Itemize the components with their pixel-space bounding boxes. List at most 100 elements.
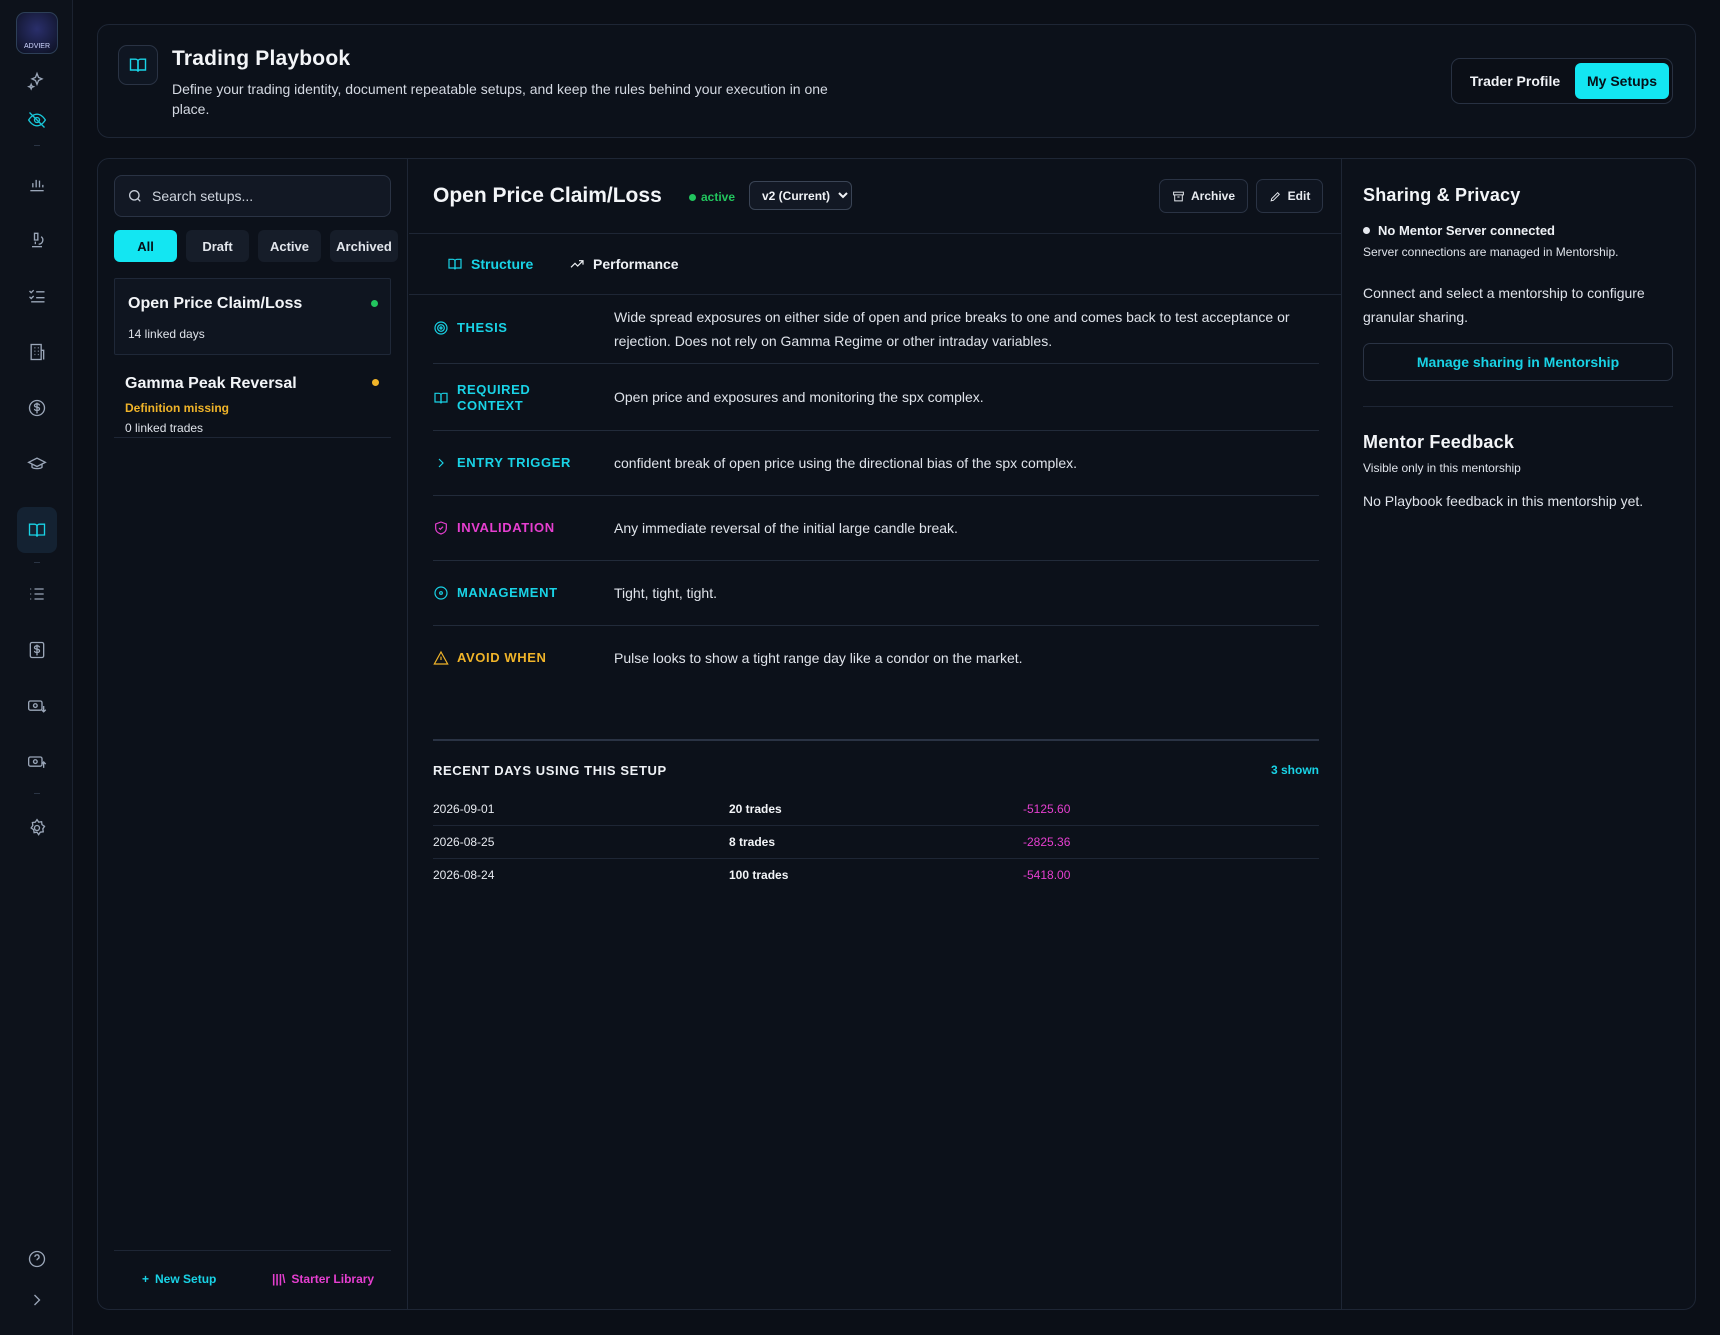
avoid-label-text: AVOID WHEN — [457, 650, 547, 665]
table-row[interactable]: 2026-09-01 20 trades -5125.60 — [433, 793, 1319, 826]
warning-icon — [433, 650, 449, 665]
settings-icon[interactable] — [21, 812, 53, 844]
table-row[interactable]: 2026-08-24 100 trades -5418.00 — [433, 859, 1319, 892]
row-date: 2026-09-01 — [433, 802, 495, 816]
management-text: Tight, tight, tight. — [614, 585, 717, 601]
filter-all[interactable]: All — [114, 230, 177, 262]
logo-text: ADVIER — [23, 43, 51, 50]
archive-button[interactable]: Archive — [1159, 179, 1248, 213]
status-filters: All Draft Active Archived — [114, 230, 398, 262]
book-open-icon[interactable] — [17, 507, 57, 553]
row-trades: 20 trades — [729, 802, 782, 816]
library-icon: |||\ — [272, 1272, 286, 1286]
row-pnl: -5418.00 — [1023, 868, 1071, 882]
entry-label: ENTRY TRIGGER — [433, 455, 571, 471]
chart-icon[interactable] — [21, 168, 53, 200]
context-label: REQUIRED CONTEXT — [433, 382, 530, 414]
help-icon[interactable] — [21, 1243, 53, 1275]
setup-list-pane: All Draft Active Archived Open Price Cla… — [98, 159, 408, 1309]
dollar-square-icon[interactable] — [21, 634, 53, 666]
recent-days: RECENT DAYS USING THIS SETUP 3 shown 202… — [433, 739, 1319, 882]
page-description: Define your trading identity, document r… — [172, 81, 828, 117]
context-label-line1: REQUIRED — [457, 382, 531, 397]
archive-icon — [1173, 191, 1184, 201]
tab-performance[interactable]: Performance — [569, 256, 679, 272]
sharing-pane: Sharing & Privacy No Mentor Server conne… — [1343, 159, 1695, 1309]
management-label: MANAGEMENT — [433, 585, 558, 601]
section-required-context: REQUIRED CONTEXT Open price and exposures… — [433, 364, 1319, 431]
status-dot — [689, 193, 696, 201]
sharing-title: Sharing & Privacy — [1363, 185, 1521, 205]
setup-meta: 0 linked trades — [125, 421, 204, 435]
chevron-right-icon — [438, 458, 444, 468]
context-label-line2: CONTEXT — [457, 398, 524, 413]
shield-icon — [435, 521, 447, 535]
setup-name: Open Price Claim/Loss — [128, 295, 303, 312]
trader-profile-tab[interactable]: Trader Profile — [1456, 63, 1574, 99]
manage-sharing-button[interactable]: Manage sharing in Mentorship — [1363, 343, 1673, 381]
version-select[interactable]: v2 (Current) — [749, 181, 852, 210]
app-logo[interactable]: ADVIER — [16, 12, 58, 54]
server-status-text: No Mentor Server connected — [1378, 223, 1555, 238]
list-footer: + New Setup |||\ Starter Library — [114, 1250, 391, 1308]
status-dot — [371, 300, 378, 307]
dollar-circle-icon[interactable] — [21, 392, 53, 424]
filter-draft[interactable]: Draft — [186, 230, 249, 262]
search-box — [114, 175, 391, 217]
thesis-label-text: THESIS — [457, 320, 508, 335]
avoid-label: AVOID WHEN — [433, 650, 547, 666]
checklist-icon[interactable] — [21, 280, 53, 312]
archive-label: Archive — [1190, 189, 1236, 203]
book-open-icon — [434, 392, 448, 404]
setup-card-open-price[interactable]: Open Price Claim/Loss 14 linked days — [114, 278, 391, 355]
setup-card-gamma-peak[interactable]: Gamma Peak Reversal Definition missing 0… — [114, 358, 391, 438]
list-icon[interactable] — [21, 578, 53, 610]
sparkles-icon[interactable] — [21, 65, 53, 97]
rail-divider — [34, 145, 40, 146]
chevron-right-icon[interactable] — [21, 1284, 53, 1316]
building-icon[interactable] — [21, 336, 53, 368]
money-in-icon[interactable] — [21, 690, 53, 722]
trending-up-icon — [570, 260, 584, 268]
section-entry-trigger: ENTRY TRIGGER confident break of open pr… — [433, 431, 1319, 496]
tab-performance-label: Performance — [593, 256, 679, 272]
app-root: ADVIER Trading Playbook Define your trad… — [0, 0, 1720, 1335]
page-header: Trading Playbook Define your trading ide… — [97, 24, 1696, 138]
target-icon — [434, 321, 448, 335]
avoid-text: Pulse looks to show a tight range day li… — [614, 650, 1023, 666]
detail-tabs: Structure Performance — [409, 234, 1342, 295]
graduation-cap-icon[interactable] — [21, 448, 53, 480]
invalidation-text: Any immediate reversal of the initial la… — [614, 520, 958, 536]
my-setups-tab[interactable]: My Setups — [1575, 63, 1669, 99]
tab-structure-label: Structure — [471, 256, 534, 272]
detail-header: Open Price Claim/Loss active v2 (Current… — [409, 159, 1342, 234]
feedback-empty: No Playbook feedback in this mentorship … — [1363, 493, 1644, 509]
search-icon — [129, 190, 141, 202]
tab-structure[interactable]: Structure — [447, 256, 533, 272]
recent-count: 3 shown — [1270, 763, 1319, 777]
filter-active[interactable]: Active — [258, 230, 321, 262]
new-setup-button[interactable]: + New Setup — [142, 1272, 216, 1286]
section-thesis: THESIS Wide spread exposures on either s… — [433, 296, 1319, 364]
setup-name: Gamma Peak Reversal — [125, 375, 297, 392]
edit-button[interactable]: Edit — [1256, 179, 1323, 213]
starter-library-button[interactable]: |||\ Starter Library — [272, 1272, 374, 1286]
thesis-label: THESIS — [433, 320, 508, 336]
feedback-note: Visible only in this mentorship — [1363, 461, 1521, 475]
microscope-icon[interactable] — [21, 224, 53, 256]
row-pnl: -2825.36 — [1023, 835, 1071, 849]
eye-off-icon[interactable] — [21, 104, 53, 136]
context-text: Open price and exposures and monitoring … — [614, 389, 984, 405]
recent-heading: RECENT DAYS USING THIS SETUP — [433, 763, 667, 778]
money-out-icon[interactable] — [21, 746, 53, 778]
row-date: 2026-08-25 — [433, 835, 495, 849]
filter-archived[interactable]: Archived — [330, 230, 398, 262]
section-management: MANAGEMENT Tight, tight, tight. — [433, 561, 1319, 626]
invalidation-label: INVALIDATION — [433, 520, 555, 536]
table-row[interactable]: 2026-08-25 8 trades -2825.36 — [433, 826, 1319, 859]
connect-text: Connect and select a mentorship to confi… — [1363, 285, 1645, 325]
search-input[interactable] — [152, 188, 372, 204]
new-setup-label: New Setup — [155, 1272, 217, 1286]
divider — [1363, 406, 1673, 407]
playbook-main: All Draft Active Archived Open Price Cla… — [97, 158, 1696, 1310]
